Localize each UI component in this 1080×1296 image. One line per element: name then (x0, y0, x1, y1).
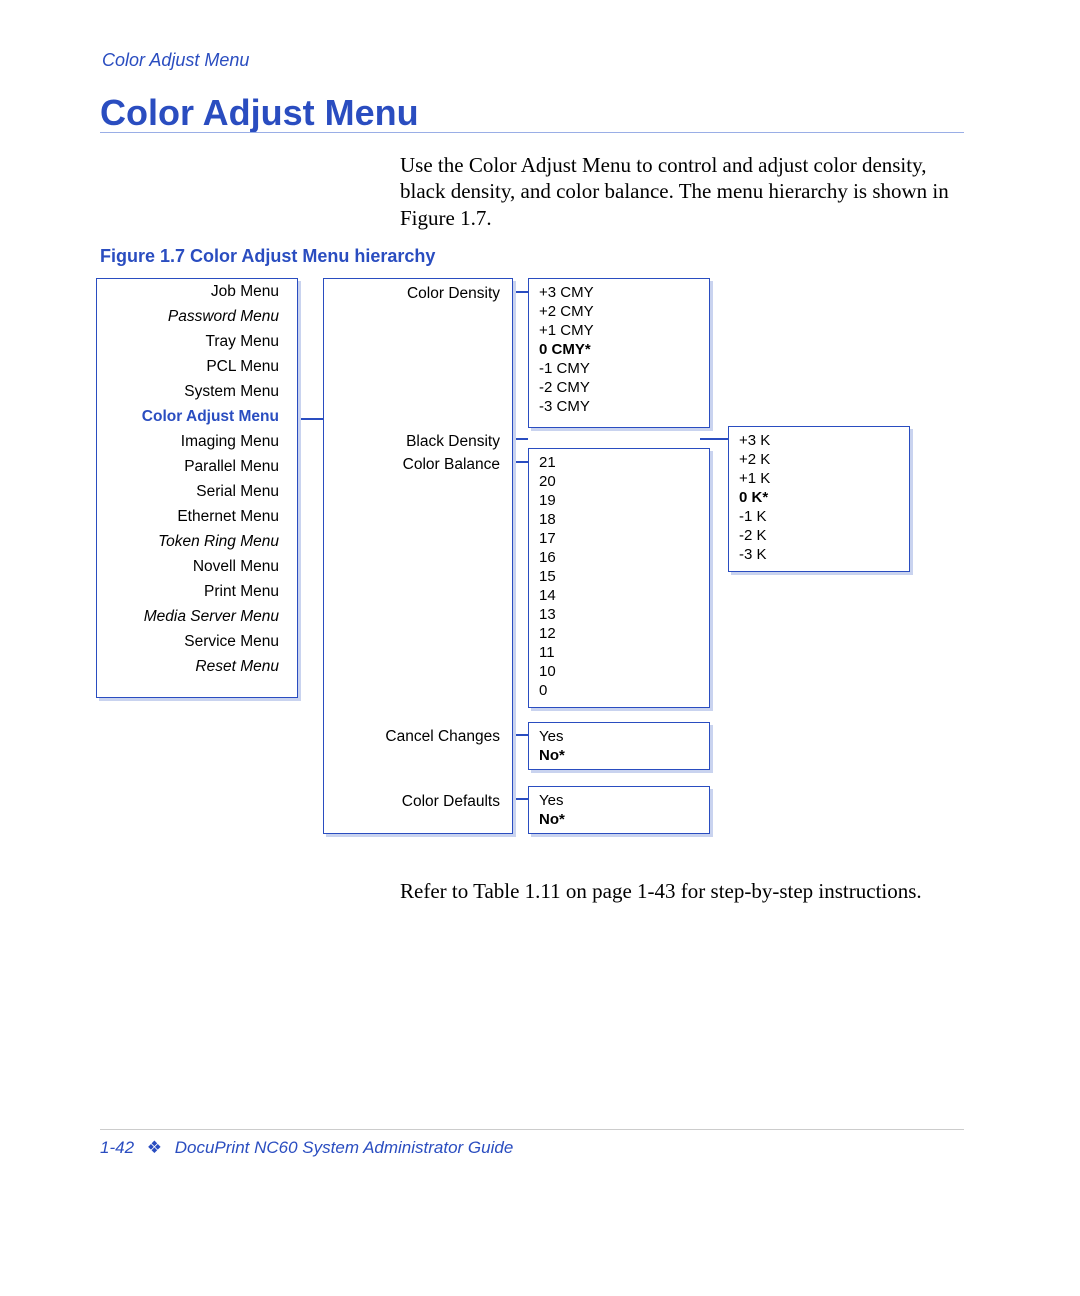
yesno-option: No* (539, 810, 709, 829)
top-menu-item: Imaging Menu (97, 429, 297, 454)
k-options-box: +3 K+2 K+1 K0 K*-1 K-2 K-3 K (728, 426, 910, 572)
top-menu-item: PCL Menu (97, 354, 297, 379)
k-option: +3 K (739, 431, 909, 450)
connector (700, 438, 728, 440)
top-menu-item: Job Menu (97, 279, 297, 304)
top-level-menu-box: Job MenuPassword MenuTray MenuPCL MenuSy… (96, 278, 298, 698)
submenu-item: Black Density (324, 430, 512, 453)
top-menu-item: Tray Menu (97, 329, 297, 354)
page-title: Color Adjust Menu (100, 92, 419, 134)
balance-option: 13 (539, 605, 709, 624)
balance-option: 12 (539, 624, 709, 643)
k-option: +2 K (739, 450, 909, 469)
k-option: 0 K* (739, 488, 909, 507)
submenu-item: Color Defaults (324, 790, 512, 813)
top-menu-item: Serial Menu (97, 479, 297, 504)
yesno-option: Yes (539, 727, 709, 746)
yesno-option: Yes (539, 791, 709, 810)
footer-diamond-icon: ❖ (147, 1138, 162, 1158)
running-header: Color Adjust Menu (102, 50, 249, 71)
connector (512, 438, 528, 440)
top-menu-item: Reset Menu (97, 654, 297, 679)
k-option: +1 K (739, 469, 909, 488)
balance-option: 17 (539, 529, 709, 548)
balance-option: 20 (539, 472, 709, 491)
footer-doc-title: DocuPrint NC60 System Administrator Guid… (175, 1138, 514, 1157)
figure-caption: Figure 1.7 Color Adjust Menu hierarchy (100, 246, 435, 267)
page-number: 1-42 (100, 1138, 134, 1157)
connector (512, 461, 528, 463)
top-menu-item: Ethernet Menu (97, 504, 297, 529)
cmy-option: 0 CMY* (539, 340, 709, 359)
k-option: -3 K (739, 545, 909, 564)
balance-option: 15 (539, 567, 709, 586)
top-menu-item: Novell Menu (97, 554, 297, 579)
cmy-option: +1 CMY (539, 321, 709, 340)
balance-option: 14 (539, 586, 709, 605)
top-menu-item: Color Adjust Menu (97, 404, 297, 429)
connector (512, 734, 528, 736)
cmy-options-box: +3 CMY+2 CMY+1 CMY0 CMY*-1 CMY-2 CMY-3 C… (528, 278, 710, 428)
top-menu-item: Parallel Menu (97, 454, 297, 479)
top-menu-item: Print Menu (97, 579, 297, 604)
cmy-option: -2 CMY (539, 378, 709, 397)
k-option: -1 K (739, 507, 909, 526)
balance-option: 11 (539, 643, 709, 662)
balance-option: 16 (539, 548, 709, 567)
k-option: -2 K (739, 526, 909, 545)
yesno-option: No* (539, 746, 709, 765)
footer-rule (100, 1129, 964, 1130)
balance-option: 21 (539, 453, 709, 472)
top-menu-item: Service Menu (97, 629, 297, 654)
page-footer: 1-42 ❖ DocuPrint NC60 System Administrat… (100, 1138, 513, 1158)
top-menu-item: Media Server Menu (97, 604, 297, 629)
cmy-option: +2 CMY (539, 302, 709, 321)
connector (512, 291, 528, 293)
intro-paragraph: Use the Color Adjust Menu to control and… (400, 152, 960, 231)
balance-option: 19 (539, 491, 709, 510)
cmy-option: -1 CMY (539, 359, 709, 378)
top-menu-item: Token Ring Menu (97, 529, 297, 554)
top-menu-item: Password Menu (97, 304, 297, 329)
balance-option: 18 (539, 510, 709, 529)
balance-option: 10 (539, 662, 709, 681)
connector (512, 798, 528, 800)
cmy-option: +3 CMY (539, 283, 709, 302)
outro-paragraph: Refer to Table 1.11 on page 1-43 for ste… (400, 878, 960, 904)
balance-option: 0 (539, 681, 709, 700)
connector (296, 418, 323, 420)
title-underline (100, 132, 964, 133)
color-defaults-options-box: YesNo* (528, 786, 710, 834)
color-adjust-submenu-box: Color Density Black Density Color Balanc… (323, 278, 513, 834)
top-menu-item: System Menu (97, 379, 297, 404)
color-balance-options-box: 2120191817161514131211100 (528, 448, 710, 708)
submenu-item: Cancel Changes (324, 725, 512, 748)
hierarchy-diagram: Job MenuPassword MenuTray MenuPCL MenuSy… (96, 278, 926, 858)
submenu-item: Color Density (324, 282, 512, 305)
cancel-changes-options-box: YesNo* (528, 722, 710, 770)
submenu-item: Color Balance (324, 453, 512, 476)
cmy-option: -3 CMY (539, 397, 709, 416)
